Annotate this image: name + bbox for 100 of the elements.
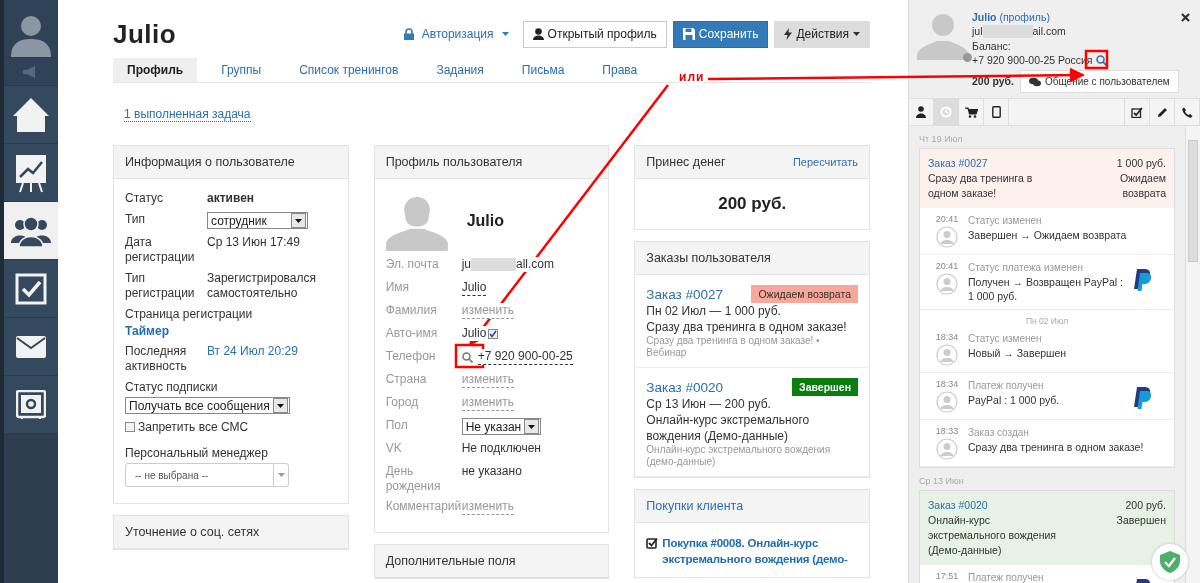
- paypal-icon: [1134, 387, 1152, 409]
- event-time: 20:41: [935, 261, 959, 271]
- completed-task-link[interactable]: 1 выполненная задача: [124, 106, 251, 122]
- checkbox[interactable]: [125, 422, 135, 432]
- chart-board-icon[interactable]: [14, 152, 48, 193]
- edit-link[interactable]: изменить: [461, 303, 514, 319]
- check-square-icon: [1131, 106, 1143, 118]
- panel-title: Принес денег: [646, 155, 726, 169]
- safe-icon[interactable]: [16, 389, 46, 420]
- field-label: Дата регистрации: [125, 235, 196, 265]
- order-title: Сразу два тренинга в одном заказе!: [646, 319, 848, 335]
- order-link[interactable]: Заказ #0027: [646, 286, 724, 302]
- editable-value[interactable]: Julio: [461, 280, 487, 296]
- caret-icon: [295, 218, 302, 223]
- order-title: Онлайн-курс экстремального вождения (Демо-данные): [646, 412, 811, 444]
- field-label: Имя: [385, 280, 411, 295]
- field-label: Комментарий: [385, 499, 462, 514]
- avatar-icon: [936, 438, 958, 460]
- cart-icon: [964, 106, 978, 118]
- status-value: активен: [207, 191, 255, 206]
- subscription-select[interactable]: Получать все сообщения: [125, 397, 290, 414]
- floppy-icon: [682, 28, 695, 40]
- chat-icon: [1028, 76, 1041, 87]
- registration-page-link[interactable]: Таймер: [125, 324, 337, 338]
- paypal-icon: [1134, 269, 1152, 291]
- home-icon[interactable]: [11, 95, 51, 134]
- manager-select[interactable]: -- не выбрана --: [125, 463, 289, 487]
- event-text: Получен → Возвращен PayPal : 1 000 руб.: [968, 275, 1124, 303]
- field-value: Зарегистрировался самостоятельно: [207, 271, 317, 301]
- event-time: 17:51: [935, 571, 959, 581]
- field-label: Авто-имя: [385, 326, 439, 341]
- search-icon[interactable]: [1095, 55, 1107, 66]
- gender-select[interactable]: Не указан: [461, 418, 541, 435]
- users-icon[interactable]: [11, 214, 51, 247]
- balance-label: Баланс:: [972, 39, 1012, 53]
- date-label: Ср 13 Июн: [919, 476, 965, 486]
- last-activity-link[interactable]: Вт 24 Июл 20:29: [207, 344, 298, 359]
- field-label: Эл. почта: [385, 257, 440, 272]
- field-label: Страница регистрации: [125, 307, 254, 322]
- profile-link[interactable]: (профиль): [999, 11, 1050, 23]
- checkbox[interactable]: [488, 328, 499, 339]
- caret-icon: [853, 32, 860, 36]
- tablet-icon: [991, 106, 1001, 118]
- recalculate-link[interactable]: Пересчитать: [792, 156, 858, 168]
- email-end: all.com: [516, 257, 555, 272]
- status-badge: Ожидаем возврата: [751, 285, 858, 303]
- event-title: Статус изменен: [968, 332, 1043, 346]
- event-time: 20:41: [935, 214, 959, 224]
- field-label: VK: [385, 441, 403, 456]
- email-end: ail.com: [1032, 24, 1066, 39]
- open-profile-button[interactable]: Открытый профиль: [522, 20, 667, 48]
- event-time: 18:34: [935, 332, 959, 342]
- email-start: ju: [461, 257, 471, 272]
- order-date-price: Ср 13 Июн — 200 руб.: [646, 396, 772, 412]
- save-button[interactable]: Сохранить: [672, 20, 769, 48]
- field-label: День рождения: [385, 464, 442, 494]
- phone-value[interactable]: +7 920 900-00-25: [477, 349, 573, 365]
- redaction-bar: [471, 258, 516, 271]
- shield-icon: [1160, 551, 1180, 573]
- close-icon[interactable]: [1181, 13, 1190, 22]
- scrollbar[interactable]: [1185, 126, 1200, 583]
- actions-button[interactable]: Действия: [774, 20, 870, 48]
- mail-icon[interactable]: [16, 335, 46, 358]
- status-badge: Завершен: [792, 378, 858, 396]
- panel-header: Профиль пользователя: [374, 146, 609, 179]
- lock-icon: [403, 28, 414, 40]
- event-title: Платеж получен: [968, 379, 1045, 393]
- order-subtitle: Онлайн-курс экстремального вождения (демо-данные): [646, 444, 832, 468]
- field-label: Статус: [125, 191, 164, 206]
- order-card[interactable]: Заказ #0027 Сразу два тренинга в одном заказе! 1 000 руб. Ожидаем возврата: [920, 149, 1174, 208]
- check-square-icon: [646, 537, 659, 549]
- field-label: Фамилия: [385, 303, 438, 318]
- field-value: Не подключен: [461, 441, 541, 456]
- customer-name-link[interactable]: Julio: [972, 11, 997, 23]
- caret-icon: [277, 473, 285, 477]
- field-label: Последняя активность: [125, 344, 188, 374]
- date-label: Чт 19 Июл: [919, 134, 964, 144]
- chat-button[interactable]: Общение с пользователем: [1019, 70, 1179, 93]
- tasks-tab[interactable]: [1124, 99, 1150, 125]
- order-link[interactable]: Заказ #0020: [646, 379, 724, 395]
- event-time: 18:34: [935, 379, 959, 389]
- search-icon[interactable]: [461, 351, 473, 363]
- order-card[interactable]: Заказ #0020 Онлайн-курс экстремального вождения (Демо-данные) 200 руб. Завершен: [920, 491, 1174, 565]
- tab[interactable]: Профиль: [113, 58, 198, 82]
- panel-header: Заказы пользователя: [635, 242, 869, 275]
- date-label: Пн 02 Июл: [1024, 315, 1070, 326]
- event-text: PayPal : 1 000 руб.: [968, 393, 1061, 407]
- type-select[interactable]: сотрудник: [207, 212, 308, 229]
- field-label: Персональный менеджер: [125, 446, 269, 461]
- field-label: Пол: [385, 418, 409, 433]
- phone-icon: [1181, 106, 1193, 118]
- event-title: Платеж получен: [968, 571, 1045, 583]
- money-amount: 200 руб.: [717, 193, 788, 215]
- authorization-link[interactable]: Авторизация: [403, 27, 509, 41]
- event-title: Заказ создан: [968, 426, 1030, 440]
- purchase-link[interactable]: Покупка #0008. Онлайн-курс экстремального вождения (демо-: [662, 535, 858, 567]
- event-text: Завершен → Ожидаем возврата: [968, 228, 1128, 242]
- checkbox-label: Запретить все СМС: [138, 420, 249, 434]
- checkbox-icon[interactable]: [15, 272, 47, 305]
- event-text: Сразу два тренинга в одном заказе!: [968, 440, 1145, 454]
